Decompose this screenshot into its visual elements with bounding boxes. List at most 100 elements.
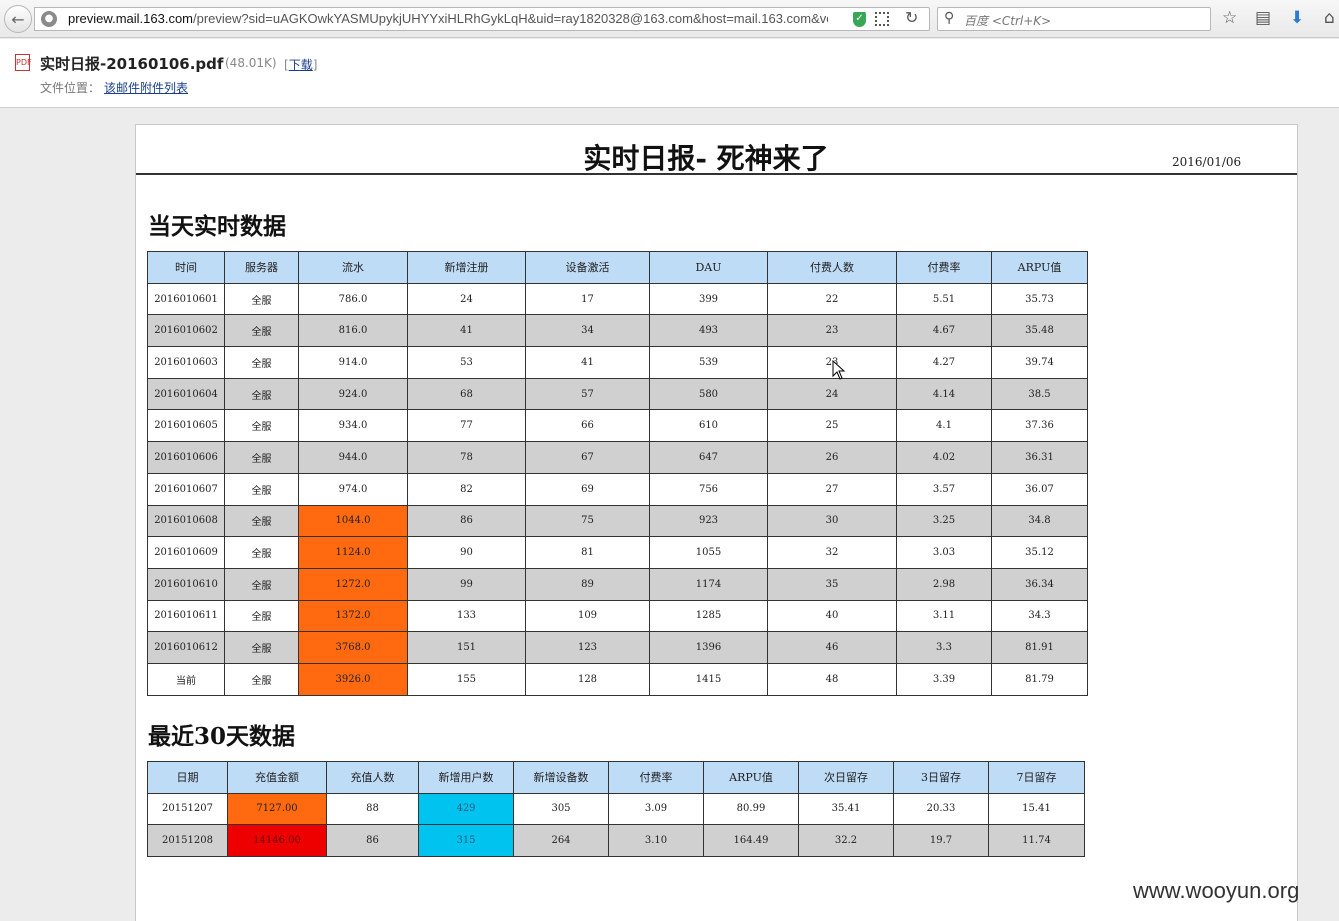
table-cell: 1372.0: [298, 599, 408, 633]
table-cell: 7127.00: [227, 792, 327, 825]
report-date: 2016/01/06: [1172, 155, 1242, 169]
table-cell: 20.33: [893, 792, 989, 825]
thirty-day-header-cell: 付费率: [608, 761, 704, 794]
table-row: 2016010601 全服 786.0 24 17 399 22 5.51 35.73: [147, 282, 1088, 316]
table-cell: 109: [525, 599, 650, 633]
table-cell: 1396: [649, 631, 768, 664]
table-cell: 82: [407, 472, 526, 506]
table-cell: 2016010603: [147, 346, 225, 379]
table-cell: 81.79: [991, 662, 1088, 696]
table-cell: 1272.0: [298, 567, 408, 601]
table-cell: 69: [525, 472, 650, 506]
thirty-day-header-cell: ARPU值: [703, 761, 799, 794]
table-cell: 23: [767, 314, 897, 348]
table-cell: 2.98: [896, 567, 992, 601]
table-cell: 32.2: [798, 824, 894, 857]
today-header-cell: ARPU值: [991, 251, 1088, 284]
search-icon: ⚲: [944, 10, 955, 26]
table-cell: 2016010604: [147, 377, 225, 411]
table-cell: 11.74: [988, 824, 1085, 857]
table-cell: 3.11: [896, 599, 992, 633]
pdf-file-icon: PDF: [15, 54, 32, 71]
thirty-day-header-cell: 7日留存: [988, 761, 1085, 794]
table-cell: 全服: [224, 409, 299, 443]
table-cell: 36.07: [991, 472, 1088, 506]
table-cell: 2016010601: [147, 282, 225, 316]
qr-code-icon[interactable]: [875, 12, 889, 26]
search-box[interactable]: ⚲ 百度 <Ctrl+K>: [937, 7, 1211, 31]
table-cell: 67: [525, 441, 650, 474]
table-cell: 全服: [224, 504, 299, 538]
table-cell: 全服: [224, 631, 299, 664]
table-cell: 14146.00: [227, 824, 327, 857]
table-row: 2016010602 全服 816.0 41 34 493 23 4.67 35.48: [147, 314, 1088, 348]
table-cell: 86: [326, 824, 419, 857]
table-cell: 151: [407, 631, 526, 664]
today-header-cell: 新增注册: [407, 251, 526, 284]
table-cell: 5.51: [896, 282, 992, 316]
browser-toolbar: ← ● preview.mail.163.com/preview?sid=uAG…: [0, 0, 1339, 38]
table-cell: 37.36: [991, 409, 1088, 443]
table-cell: 164.49: [703, 824, 799, 857]
table-cell: 264: [513, 824, 609, 857]
table-cell: 15.41: [988, 792, 1085, 825]
table-cell: 全服: [224, 536, 299, 569]
today-header-cell: 付费率: [896, 251, 992, 284]
thirty-day-header-cell: 3日留存: [893, 761, 989, 794]
report-title: 实时日报- 死神来了: [583, 142, 829, 175]
table-cell: 1174: [649, 567, 768, 601]
table-row: 2016010611 全服 1372.0 133 109 1285 40 3.11 34.3: [147, 599, 1088, 633]
bookmark-star-icon[interactable]: ☆: [1222, 8, 1237, 28]
table-cell: 全服: [224, 314, 299, 348]
table-cell: 3.39: [896, 662, 992, 696]
back-button[interactable]: ←: [4, 5, 32, 33]
attachment-list-link[interactable]: 该邮件附件列表: [104, 79, 188, 96]
shield-icon[interactable]: ✓: [853, 12, 866, 27]
table-cell: 30: [767, 504, 897, 538]
table-cell: 66: [525, 409, 650, 443]
url-text: preview.mail.163.com/preview?sid=uAGKOwk…: [68, 11, 828, 26]
table-cell: 81: [525, 536, 650, 569]
today-header-cell: 流水: [298, 251, 408, 284]
table-cell: 580: [649, 377, 768, 411]
today-header-cell: DAU: [649, 251, 768, 284]
table-cell: 24: [407, 282, 526, 316]
table-cell: 3768.0: [298, 631, 408, 664]
table-cell: 2016010611: [147, 599, 225, 633]
reading-list-icon[interactable]: ▤: [1255, 8, 1271, 28]
table-cell: 133: [407, 599, 526, 633]
table-cell: 4.14: [896, 377, 992, 411]
table-cell: 539: [649, 346, 768, 379]
address-bar[interactable]: ● preview.mail.163.com/preview?sid=uAGKO…: [34, 7, 930, 31]
back-arrow-icon: ←: [11, 9, 25, 29]
table-cell: 3.57: [896, 472, 992, 506]
table-cell: 全服: [224, 441, 299, 474]
table-cell: 35.48: [991, 314, 1088, 348]
table-cell: 3.09: [608, 792, 704, 825]
table-cell: 2016010608: [147, 504, 225, 538]
table-cell: 305: [513, 792, 609, 825]
table-cell: 41: [407, 314, 526, 348]
url-host: preview.mail.163.com: [68, 11, 193, 26]
table-cell: 923: [649, 504, 768, 538]
table-cell: 944.0: [298, 441, 408, 474]
table-row: 2016010605 全服 934.0 77 66 610 25 4.1 37.36: [147, 409, 1088, 443]
table-cell: 全服: [224, 346, 299, 379]
download-icon[interactable]: ⬇: [1290, 8, 1304, 28]
reload-icon[interactable]: ↻: [905, 8, 918, 27]
home-icon[interactable]: ⌂: [1324, 8, 1335, 28]
table-row: 20151207 7127.00 88 429 305 3.09 80.99 35.41 20.…: [147, 792, 1085, 825]
today-header-cell: 付费人数: [767, 251, 897, 284]
table-cell: 756: [649, 472, 768, 506]
table-cell: 99: [407, 567, 526, 601]
table-cell: 4.67: [896, 314, 992, 348]
download-link[interactable]: 下载: [289, 58, 313, 72]
table-cell: 1044.0: [298, 504, 408, 538]
table-cell: 2016010609: [147, 536, 225, 569]
attachment-header: PDF 实时日报-20160106.pdf (48.01K) [下载] 文件位置…: [0, 39, 1339, 108]
table-cell: 2016010610: [147, 567, 225, 601]
table-row: 2016010610 全服 1272.0 99 89 1174 35 2.98 36.34: [147, 567, 1088, 601]
table-cell: 53: [407, 346, 526, 379]
table-cell: 89: [525, 567, 650, 601]
table-cell: 924.0: [298, 377, 408, 411]
